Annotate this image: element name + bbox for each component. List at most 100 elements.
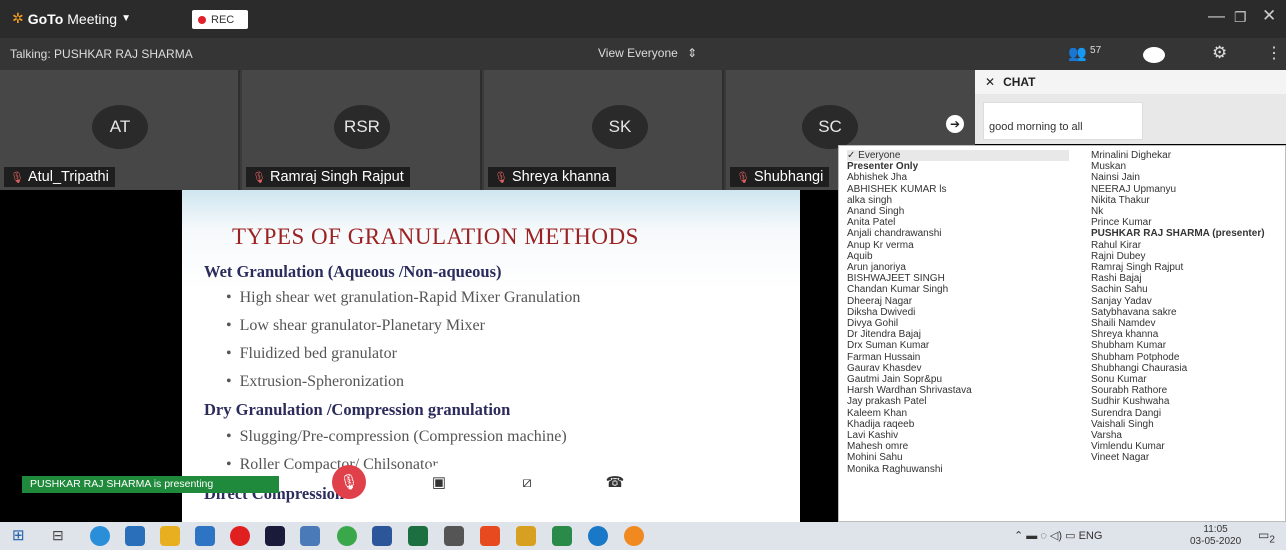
recipient-option[interactable]: Sachin Sahu bbox=[1091, 284, 1281, 295]
camera-button[interactable]: ▣ bbox=[422, 465, 456, 499]
recipient-option[interactable]: Mohini Sahu bbox=[847, 452, 1087, 463]
recipient-option[interactable]: Drx Suman Kumar bbox=[847, 340, 1087, 351]
recipient-option[interactable]: Nikita Thakur bbox=[1091, 195, 1281, 206]
calculator-icon[interactable] bbox=[444, 526, 464, 546]
next-arrow-icon[interactable]: ➔ bbox=[946, 115, 964, 133]
recipient-option[interactable]: Mrinalini Dighekar bbox=[1091, 150, 1281, 161]
screen-label: Screen bbox=[510, 507, 544, 519]
recipient-option[interactable]: Ramraj Singh Rajput bbox=[1091, 262, 1281, 273]
close-icon[interactable]: ✕ bbox=[1262, 6, 1276, 26]
recipient-option[interactable]: Gautmi Jain Sopr&pu bbox=[847, 374, 1087, 385]
recipient-option[interactable]: Vaishali Singh bbox=[1091, 419, 1281, 430]
telegram-icon[interactable] bbox=[90, 526, 110, 546]
recipient-option[interactable]: Shubham Potphode bbox=[1091, 352, 1281, 363]
recipient-option[interactable]: Anita Patel bbox=[847, 217, 1087, 228]
recipient-option[interactable]: Anand Singh bbox=[847, 206, 1087, 217]
recipient-option[interactable]: Sonu Kumar bbox=[1091, 374, 1281, 385]
recipient-option[interactable]: Prince Kumar bbox=[1091, 217, 1281, 228]
attendee-tile[interactable]: RSR 🎙 Ramraj Singh Rajput bbox=[242, 70, 482, 190]
more-options-icon[interactable]: ⋮ bbox=[1266, 43, 1282, 63]
recipient-option[interactable]: Shubham Kumar bbox=[1091, 340, 1281, 351]
recipient-option[interactable]: Anjali chandrawanshi bbox=[847, 228, 1087, 239]
attendee-tile[interactable]: AT 🎙 Atul_Tripathi bbox=[0, 70, 240, 190]
recipient-option[interactable]: Farman Hussain bbox=[847, 352, 1087, 363]
recipient-option[interactable]: ABHISHEK KUMAR ls bbox=[847, 184, 1087, 195]
recipient-option[interactable]: PUSHKAR RAJ SHARMA (presenter) bbox=[1091, 228, 1281, 239]
recipient-option[interactable]: BISHWAJEET SINGH bbox=[847, 273, 1087, 284]
recipient-option[interactable]: Harsh Wardhan Shrivastava bbox=[847, 385, 1087, 396]
recipient-option[interactable]: Abhishek Jha bbox=[847, 172, 1087, 183]
recording-button[interactable]: REC bbox=[192, 10, 248, 29]
recipient-option[interactable]: Dr Jitendra Bajaj bbox=[847, 329, 1087, 340]
recipient-option[interactable]: Anup Kr verma bbox=[847, 240, 1087, 251]
recipient-option[interactable]: Surendra Dangi bbox=[1091, 408, 1281, 419]
pen-app-icon[interactable] bbox=[300, 526, 320, 546]
attendee-tile[interactable]: SK 🎙 Shreya khanna bbox=[484, 70, 724, 190]
recipient-option[interactable]: Rajni Dubey bbox=[1091, 251, 1281, 262]
gear-icon[interactable]: ⚙ bbox=[1212, 43, 1227, 63]
recipient-option[interactable]: Divya Gohil bbox=[847, 318, 1087, 329]
recipient-option[interactable]: Rashi Bajaj bbox=[1091, 273, 1281, 284]
recipient-option[interactable]: NEERAJ Upmanyu bbox=[1091, 184, 1281, 195]
recipient-option[interactable]: Mahesh omre bbox=[847, 441, 1087, 452]
chrome-icon[interactable] bbox=[337, 526, 357, 546]
recipient-option[interactable]: Chandan Kumar Singh bbox=[847, 284, 1087, 295]
leave-button[interactable]: ☎ bbox=[598, 465, 632, 499]
store-icon[interactable] bbox=[125, 526, 145, 546]
notification-icon[interactable]: ▭2 bbox=[1258, 528, 1275, 545]
opera-icon[interactable] bbox=[230, 526, 250, 546]
recipient-option[interactable]: Shubhangi Chaurasia bbox=[1091, 363, 1281, 374]
recipient-option[interactable]: Nk bbox=[1091, 206, 1281, 217]
media-app-icon[interactable] bbox=[552, 526, 572, 546]
recipient-option[interactable]: Shreya khanna bbox=[1091, 329, 1281, 340]
mail-icon[interactable] bbox=[265, 526, 285, 546]
restore-icon[interactable]: ❐ bbox=[1234, 9, 1247, 26]
recipient-option[interactable]: Jay prakash Patel bbox=[847, 396, 1087, 407]
clock[interactable]: 11:05 03-05-2020 bbox=[1190, 524, 1241, 548]
recipient-option[interactable]: Aquib bbox=[847, 251, 1087, 262]
recipient-option[interactable]: Sourabh Rathore bbox=[1091, 385, 1281, 396]
recipient-option[interactable]: Varsha bbox=[1091, 430, 1281, 441]
recipient-option[interactable]: Vimlendu Kumar bbox=[1091, 441, 1281, 452]
recipient-option[interactable]: ✓ Everyone bbox=[847, 150, 1069, 162]
task-view-icon[interactable]: ⊟ bbox=[52, 527, 64, 544]
excel-icon[interactable] bbox=[408, 526, 428, 546]
minimize-icon[interactable]: — bbox=[1208, 6, 1225, 26]
recipient-option[interactable]: Muskan bbox=[1091, 161, 1281, 172]
system-tray[interactable]: ⌃ ▬ ◌ ◁) ▭ ENG bbox=[1014, 529, 1102, 542]
recipient-option[interactable]: Shaili Namdev bbox=[1091, 318, 1281, 329]
ie-icon[interactable] bbox=[195, 526, 215, 546]
mic-button[interactable]: 🎙 bbox=[332, 465, 366, 499]
office-icon[interactable] bbox=[480, 526, 500, 546]
recipient-option[interactable]: alka singh bbox=[847, 195, 1087, 206]
view-selector[interactable]: View Everyone ⇕ bbox=[598, 46, 697, 60]
recipient-option[interactable]: Nainsi Jain bbox=[1091, 172, 1281, 183]
screen-button[interactable]: ⧄ bbox=[510, 465, 544, 499]
sticky-notes-icon[interactable] bbox=[516, 526, 536, 546]
word-icon[interactable] bbox=[372, 526, 392, 546]
recipient-option[interactable]: Khadija raqeeb bbox=[847, 419, 1087, 430]
recipient-option[interactable]: Diksha Dwivedi bbox=[847, 307, 1087, 318]
recipient-option[interactable]: Rahul Kirar bbox=[1091, 240, 1281, 251]
gotomeeting-taskbar-icon[interactable] bbox=[624, 526, 644, 546]
chat-bubble-icon[interactable] bbox=[1143, 47, 1165, 63]
language-indicator[interactable]: ENG bbox=[1079, 530, 1103, 542]
recipient-option[interactable]: Monika Raghuwanshi bbox=[847, 464, 1087, 475]
close-chat-icon[interactable]: ✕ bbox=[985, 75, 995, 89]
recipient-option[interactable]: Sanjay Yadav bbox=[1091, 296, 1281, 307]
recipient-option[interactable]: Presenter Only bbox=[847, 161, 1087, 172]
app-menu[interactable]: ✲ GoTo Meeting ▼ bbox=[12, 10, 131, 27]
recipient-option[interactable]: Gaurav Khasdev bbox=[847, 363, 1087, 374]
windows-start-icon[interactable]: ⊞ bbox=[12, 526, 25, 544]
recipient-option[interactable]: Dheeraj Nagar bbox=[847, 296, 1087, 307]
recipient-option[interactable]: Kaleem Khan bbox=[847, 408, 1087, 419]
slide-bullet: • High shear wet granulation-Rapid Mixer… bbox=[226, 289, 581, 306]
recipient-option[interactable]: Satybhavana sakre bbox=[1091, 307, 1281, 318]
file-explorer-icon[interactable] bbox=[160, 526, 180, 546]
edge-icon[interactable] bbox=[588, 526, 608, 546]
recipient-option[interactable]: Lavi Kashiv bbox=[847, 430, 1087, 441]
recipient-option[interactable]: Vineet Nagar bbox=[1091, 452, 1281, 463]
recipient-option[interactable]: Sudhir Kushwaha bbox=[1091, 396, 1281, 407]
recipient-option[interactable]: Arun janoriya bbox=[847, 262, 1087, 273]
attendees-button[interactable]: 👥 57 bbox=[1068, 44, 1101, 62]
